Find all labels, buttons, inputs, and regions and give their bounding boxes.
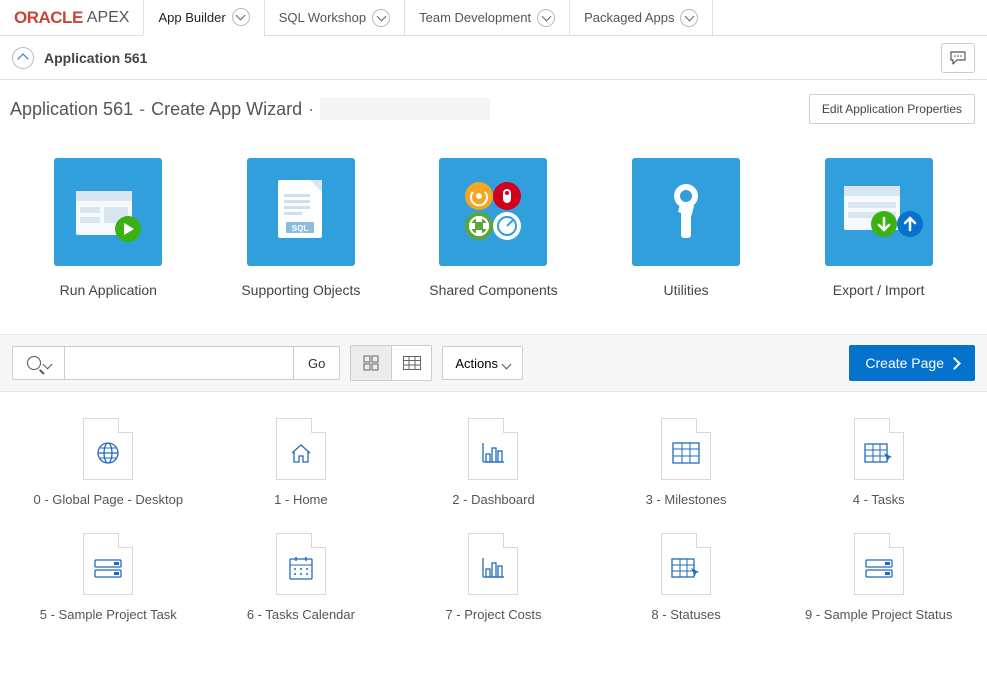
tile-icon <box>54 158 162 266</box>
table-icon <box>403 356 421 370</box>
pages-toolbar: Go Actions Create Page <box>0 334 987 392</box>
search-group: Go <box>12 346 340 380</box>
page-icon <box>854 533 904 595</box>
tile-run-application[interactable]: Run Application <box>23 158 193 298</box>
up-icon[interactable] <box>12 47 34 69</box>
page-label: 5 - Sample Project Task <box>40 607 177 622</box>
actions-menu-button[interactable]: Actions <box>442 346 523 380</box>
page-item-7[interactable]: 7 - Project Costs <box>397 533 590 622</box>
nav-tab-team-development[interactable]: Team Development <box>404 0 569 36</box>
tile-supporting-objects[interactable]: SQL Supporting Objects <box>216 158 386 298</box>
view-toggle <box>350 345 432 381</box>
chevron-down-icon[interactable] <box>680 9 698 27</box>
breadcrumb-bar: Application 561 <box>0 36 987 80</box>
nav-tab-label: Packaged Apps <box>584 10 674 25</box>
page-item-9[interactable]: 9 - Sample Project Status <box>782 533 975 622</box>
nav-tab-packaged-apps[interactable]: Packaged Apps <box>569 0 712 36</box>
logo-apex: APEX <box>87 9 130 27</box>
page-label: 8 - Statuses <box>651 607 720 622</box>
breadcrumb-text[interactable]: Application 561 <box>44 50 147 66</box>
page-label: 0 - Global Page - Desktop <box>34 492 184 507</box>
create-page-button[interactable]: Create Page <box>849 345 975 381</box>
nav-tab-label: SQL Workshop <box>279 10 366 25</box>
chat-icon <box>949 50 967 66</box>
pages-grid: 0 - Global Page - Desktop 1 - Home 2 - Das… <box>0 392 987 648</box>
page-label: 7 - Project Costs <box>445 607 541 622</box>
nav-tab-label: App Builder <box>158 10 225 25</box>
page-label: 4 - Tasks <box>853 492 905 507</box>
tile-icon <box>825 158 933 266</box>
chevron-down-icon[interactable] <box>372 9 390 27</box>
page-label: 9 - Sample Project Status <box>805 607 952 622</box>
tile-label: Utilities <box>664 282 709 298</box>
tile-label: Supporting Objects <box>241 282 360 298</box>
page-icon <box>276 418 326 480</box>
tile-icon <box>632 158 740 266</box>
nav-tab-label: Team Development <box>419 10 531 25</box>
page-label: 1 - Home <box>274 492 327 507</box>
tile-utilities[interactable]: Utilities <box>601 158 771 298</box>
title-app: Application 561 <box>10 99 133 120</box>
logo-oracle: ORACLE <box>14 8 83 28</box>
logo[interactable]: ORACLE APEX <box>0 8 143 28</box>
create-page-label: Create Page <box>865 355 944 371</box>
tile-export-import[interactable]: Export / Import <box>794 158 964 298</box>
action-tiles: Run Application SQL Supporting Objects Shar… <box>0 134 987 334</box>
page-item-3[interactable]: 3 - Milestones <box>590 418 783 507</box>
page-item-1[interactable]: 1 - Home <box>205 418 398 507</box>
go-button[interactable]: Go <box>294 346 340 380</box>
page-icon <box>661 418 711 480</box>
page-header: Application 561 - Create App Wizard · Ed… <box>0 80 987 134</box>
page-icon <box>276 533 326 595</box>
page-label: 6 - Tasks Calendar <box>247 607 355 622</box>
chevron-right-icon <box>950 355 959 371</box>
tile-shared-components[interactable]: Shared Components <box>408 158 578 298</box>
page-icon <box>83 418 133 480</box>
grid-icon <box>363 355 379 371</box>
edit-application-properties-button[interactable]: Edit Application Properties <box>809 94 975 124</box>
title-sep: - <box>139 99 145 120</box>
tile-icon <box>439 158 547 266</box>
chevron-down-icon <box>44 356 51 371</box>
page-item-2[interactable]: 2 - Dashboard <box>397 418 590 507</box>
page-icon <box>468 418 518 480</box>
svg-text:SQL: SQL <box>292 224 309 233</box>
page-icon <box>661 533 711 595</box>
search-column-select[interactable] <box>12 346 64 380</box>
title-name: Create App Wizard <box>151 99 302 120</box>
page-item-5[interactable]: 5 - Sample Project Task <box>12 533 205 622</box>
nav-tab-sql-workshop[interactable]: SQL Workshop <box>264 0 404 36</box>
title-editable[interactable] <box>320 98 490 120</box>
page-item-4[interactable]: 4 - Tasks <box>782 418 975 507</box>
page-title: Application 561 - Create App Wizard · <box>10 98 490 120</box>
actions-label: Actions <box>455 356 498 371</box>
page-item-8[interactable]: 8 - Statuses <box>590 533 783 622</box>
page-label: 3 - Milestones <box>646 492 727 507</box>
page-icon <box>854 418 904 480</box>
chevron-down-icon[interactable] <box>232 8 250 26</box>
view-report-button[interactable] <box>391 346 431 380</box>
tile-label: Shared Components <box>429 282 557 298</box>
search-icon <box>27 356 41 370</box>
page-icon <box>83 533 133 595</box>
chevron-down-icon <box>503 356 510 371</box>
page-icon <box>468 533 518 595</box>
chevron-down-icon[interactable] <box>537 9 555 27</box>
page-item-6[interactable]: 6 - Tasks Calendar <box>205 533 398 622</box>
view-icons-button[interactable] <box>351 346 391 380</box>
tile-icon: SQL <box>247 158 355 266</box>
tile-label: Export / Import <box>833 282 925 298</box>
tile-label: Run Application <box>60 282 157 298</box>
page-label: 2 - Dashboard <box>452 492 534 507</box>
page-item-0[interactable]: 0 - Global Page - Desktop <box>12 418 205 507</box>
search-input[interactable] <box>64 346 294 380</box>
feedback-button[interactable] <box>941 43 975 73</box>
nav-tab-app-builder[interactable]: App Builder <box>143 0 263 36</box>
top-nav: ORACLE APEX App Builder SQL Workshop Team … <box>0 0 987 36</box>
